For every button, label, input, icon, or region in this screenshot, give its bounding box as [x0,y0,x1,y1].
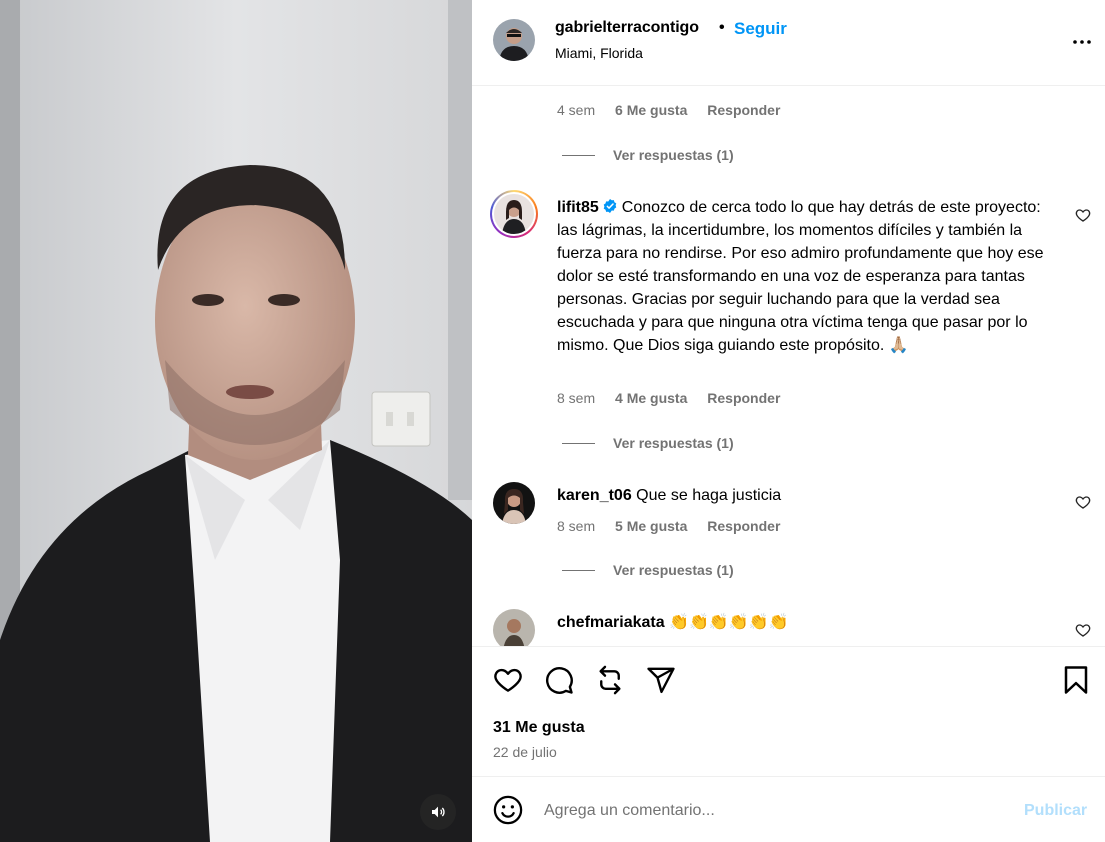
comment-body: lifit85 Conozco de cerca todo lo que hay… [557,196,1047,357]
comment-text: Conozco de cerca todo lo que hay detrás … [557,199,1044,354]
view-replies-label: Ver respuestas (1) [613,435,734,451]
comment-input[interactable] [544,798,1004,824]
reply-button[interactable]: Responder [707,102,780,118]
comment-username[interactable]: lifit85 [557,199,599,216]
author-avatar[interactable] [493,19,535,61]
view-replies-label: Ver respuestas (1) [613,562,734,578]
comment-meta: 8 sem 4 Me gusta Responder [557,390,796,406]
emoji-icon[interactable] [493,795,523,825]
comment-like-heart-icon[interactable] [1075,622,1091,638]
comment-time: 8 sem [557,390,596,406]
comment-meta: 4 sem 6 Me gusta Responder [557,102,796,118]
view-replies-button[interactable]: Ver respuestas (1) [562,147,734,163]
post-video[interactable] [0,0,472,842]
comment-username[interactable]: karen_t06 [557,487,632,504]
post-location[interactable]: Miami, Florida [555,45,643,61]
comment-like-heart-icon[interactable] [1075,207,1091,223]
comment-composer: Publicar [472,778,1105,842]
post-date[interactable]: 22 de julio [493,744,557,760]
view-replies-button[interactable]: Ver respuestas (1) [562,435,734,451]
post-details-panel: gabrielterracontigo • Seguir Miami, Flor… [472,0,1105,842]
follow-button[interactable]: Seguir [734,19,787,39]
video-frame [0,0,472,842]
mute-toggle-button[interactable] [420,794,456,830]
comment-likes[interactable]: 4 Me gusta [615,390,687,406]
more-options-icon[interactable] [1070,30,1094,54]
comment-like-heart-icon[interactable] [1075,494,1091,510]
replies-divider [562,569,595,571]
story-ring[interactable] [490,190,538,238]
speaker-icon [432,806,445,818]
comment-likes[interactable]: 5 Me gusta [615,518,687,534]
comment-meta: 8 sem 5 Me gusta Responder [557,518,796,534]
reply-button[interactable]: Responder [707,518,780,534]
view-replies-button[interactable]: Ver respuestas (1) [562,562,734,578]
comment-time: 4 sem [557,102,596,118]
comment-text: Que se haga justicia [636,487,782,504]
commenter-avatar [494,194,534,234]
comment-likes[interactable]: 6 Me gusta [615,102,687,118]
post-header: gabrielterracontigo • Seguir Miami, Flor… [472,0,1105,86]
repost-icon[interactable] [595,665,625,695]
comment-text: 👏👏👏👏👏👏 [669,614,789,631]
comment-time: 8 sem [557,518,596,534]
commenter-avatar[interactable] [493,609,535,646]
separator-dot: • [719,19,725,36]
share-icon[interactable] [646,665,676,695]
author-username[interactable]: gabrielterracontigo [555,19,699,37]
replies-divider [562,154,595,156]
comment-username[interactable]: chefmariakata [557,614,665,631]
verified-badge-icon [603,199,617,213]
comments-list[interactable]: 4 sem 6 Me gusta Responder Ver respuesta… [472,87,1105,646]
comment-icon[interactable] [544,665,574,695]
heart-icon[interactable] [493,665,523,695]
reply-button[interactable]: Responder [707,390,780,406]
bookmark-icon[interactable] [1061,665,1091,695]
post-like-count[interactable]: 31 Me gusta [493,719,585,737]
replies-divider [562,442,595,444]
publish-button[interactable]: Publicar [1024,802,1087,820]
commenter-avatar[interactable] [493,482,535,524]
comment-body: karen_t06 Que se haga justicia [557,484,1047,507]
view-replies-label: Ver respuestas (1) [613,147,734,163]
comment-body: chefmariakata 👏👏👏👏👏👏 [557,611,1047,634]
post-actions: 31 Me gusta 22 de julio [472,646,1105,777]
